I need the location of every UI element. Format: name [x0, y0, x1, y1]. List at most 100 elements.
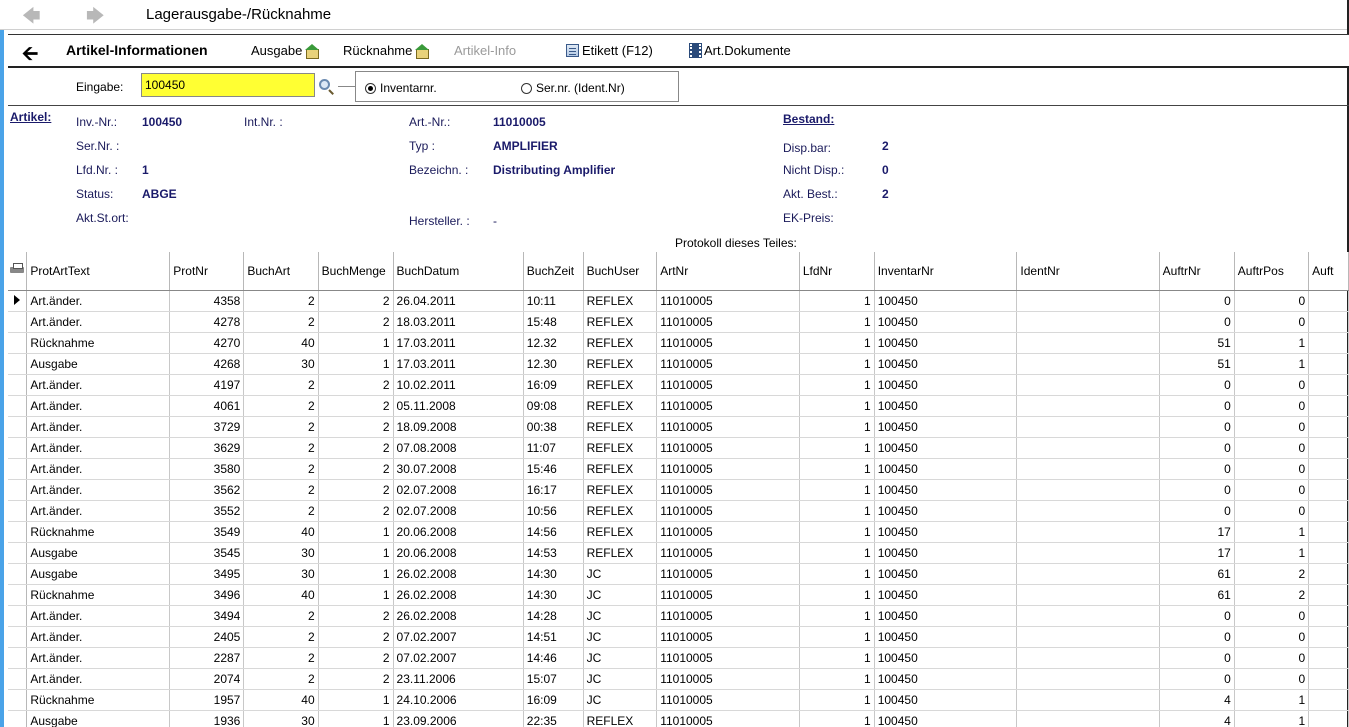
table-cell: 2 — [243, 416, 319, 438]
row-selector[interactable] — [8, 416, 28, 438]
table-cell — [1016, 374, 1160, 396]
table-cell: 23.11.2006 — [393, 668, 524, 690]
table-cell: 2 — [243, 374, 319, 396]
table-row[interactable]: Art.änder. 3629 2 2 07.08.2008 11:07 REFLEX 110… — [8, 437, 1349, 459]
table-cell: REFLEX — [583, 395, 658, 417]
col-header[interactable]: BuchDatum — [393, 252, 524, 291]
artikel-info-button[interactable]: Artikel-Info — [454, 43, 516, 58]
table-cell: 51 — [1159, 332, 1235, 354]
table-cell-overflow — [1308, 311, 1349, 333]
row-selector[interactable] — [8, 353, 28, 375]
table-row[interactable]: Art.änder. 3580 2 2 30.07.2008 15:46 REFLEX 110… — [8, 458, 1349, 480]
table-row[interactable]: Art.änder. 2074 2 2 23.11.2006 15:07 JC 1101000… — [8, 668, 1349, 690]
row-selector[interactable] — [8, 479, 28, 501]
table-cell: 0 — [1234, 479, 1310, 501]
protokoll-grid[interactable]: ProtArtText ProtNr BuchArt BuchMenge Buc… — [8, 252, 1349, 727]
nav-forward-icon[interactable]: 🡆 — [86, 4, 105, 34]
col-header[interactable]: BuchArt — [243, 252, 319, 291]
bestand-section-label: Bestand: — [783, 112, 835, 126]
table-cell: REFLEX — [583, 353, 658, 375]
row-selector[interactable] — [8, 290, 28, 312]
table-row[interactable]: Art.änder. 4197 2 2 10.02.2011 16:09 REFLEX 110… — [8, 374, 1349, 396]
table-row[interactable]: Art.änder. 4358 2 2 26.04.2011 10:11 REFLEX 110… — [8, 290, 1349, 312]
table-row[interactable]: Art.änder. 3729 2 2 18.09.2008 00:38 REFLEX 110… — [8, 416, 1349, 438]
table-cell: 23.09.2006 — [393, 710, 524, 727]
table-row[interactable]: Rücknahme 3549 40 1 20.06.2008 14:56 REFLEX 110… — [8, 521, 1349, 543]
col-header[interactable]: Auft — [1308, 252, 1349, 291]
row-selector[interactable] — [8, 605, 28, 627]
table-cell: 3495 — [169, 563, 245, 585]
table-row[interactable]: Art.änder. 2287 2 2 07.02.2007 14:46 JC 1101000… — [8, 647, 1349, 669]
col-header[interactable]: BuchUser — [583, 252, 658, 291]
table-row[interactable]: Ausgabe 3545 30 1 20.06.2008 14:53 REFLEX 11010… — [8, 542, 1349, 564]
window-titlebar: 🡄 🡆 Lagerausgabe-/Rücknahme — [0, 0, 1349, 727]
table-cell: 11010005 — [656, 395, 800, 417]
col-header[interactable]: AuftrPos — [1234, 252, 1310, 291]
col-header[interactable]: IdentNr — [1016, 252, 1160, 291]
table-cell: 2 — [1234, 563, 1310, 585]
row-selector[interactable] — [8, 332, 28, 354]
table-row[interactable]: Art.änder. 4061 2 2 05.11.2008 09:08 REFLEX 110… — [8, 395, 1349, 417]
row-selector[interactable] — [8, 584, 28, 606]
row-selector[interactable] — [8, 647, 28, 669]
table-cell — [1016, 521, 1160, 543]
row-selector[interactable] — [8, 668, 28, 690]
table-cell: 1 — [1234, 521, 1310, 543]
col-header[interactable]: ProtArtText — [26, 252, 171, 291]
table-row[interactable]: Rücknahme 3496 40 1 26.02.2008 14:30 JC 1101000… — [8, 584, 1349, 606]
table-row[interactable]: Art.änder. 4278 2 2 18.03.2011 15:48 REFLEX 110… — [8, 311, 1349, 333]
ruecknahme-button[interactable]: Rücknahme — [343, 43, 430, 59]
col-header[interactable]: BuchMenge — [318, 252, 394, 291]
col-header[interactable]: InventarNr — [874, 252, 1018, 291]
table-cell: 0 — [1234, 437, 1310, 459]
table-row[interactable]: Art.änder. 3552 2 2 02.07.2008 10:56 REFLEX 110… — [8, 500, 1349, 522]
col-header[interactable]: ArtNr — [656, 252, 800, 291]
table-cell: 1 — [799, 689, 875, 711]
table-cell: 1 — [1234, 332, 1310, 354]
row-selector[interactable] — [8, 458, 28, 480]
print-grid-button[interactable] — [8, 252, 28, 291]
row-selector[interactable] — [8, 521, 28, 543]
col-header[interactable]: AuftrNr — [1159, 252, 1235, 291]
table-cell: Ausgabe — [26, 710, 171, 727]
table-cell: 20.06.2008 — [393, 521, 524, 543]
col-header[interactable]: ProtNr — [169, 252, 245, 291]
row-selector[interactable] — [8, 395, 28, 417]
row-selector[interactable] — [8, 437, 28, 459]
radio-sernr[interactable]: Ser.nr. (Ident.Nr) — [521, 81, 625, 95]
radio-inventarnr[interactable]: Inventarnr. — [365, 81, 437, 95]
table-cell — [1016, 332, 1160, 354]
table-row[interactable]: Art.änder. 3562 2 2 02.07.2008 16:17 REFLEX 110… — [8, 479, 1349, 501]
row-selector[interactable] — [8, 374, 28, 396]
row-selector[interactable] — [8, 500, 28, 522]
etikett-label: Etikett (F12) — [582, 43, 653, 58]
table-row[interactable]: Rücknahme 1957 40 1 24.10.2006 16:09 JC 1101000… — [8, 689, 1349, 711]
search-icon[interactable] — [318, 78, 336, 96]
table-cell: 3552 — [169, 500, 245, 522]
table-cell: 100450 — [874, 710, 1018, 727]
table-row[interactable]: Ausgabe 1936 30 1 23.09.2006 22:35 REFLEX 11010… — [8, 710, 1349, 727]
table-row[interactable]: Ausgabe 4268 30 1 17.03.2011 12.30 REFLEX 11010… — [8, 353, 1349, 375]
table-cell — [1016, 290, 1160, 312]
row-selector[interactable] — [8, 689, 28, 711]
row-selector[interactable] — [8, 710, 28, 727]
table-row[interactable]: Art.änder. 3494 2 2 26.02.2008 14:28 JC 1101000… — [8, 605, 1349, 627]
dokumente-button[interactable]: Art.Dokumente — [689, 43, 791, 58]
row-selector[interactable] — [8, 311, 28, 333]
table-cell: 100450 — [874, 668, 1018, 690]
row-selector[interactable] — [8, 542, 28, 564]
table-cell-overflow — [1308, 332, 1349, 354]
col-header[interactable]: LfdNr — [799, 252, 875, 291]
table-row[interactable]: Ausgabe 3495 30 1 26.02.2008 14:30 JC 11010005 1… — [8, 563, 1349, 585]
row-selector[interactable] — [8, 563, 28, 585]
etikett-button[interactable]: Etikett (F12) — [566, 43, 653, 58]
eingabe-input[interactable] — [141, 73, 315, 97]
table-row[interactable]: Art.änder. 2405 2 2 07.02.2007 14:51 JC 1101000… — [8, 626, 1349, 648]
table-cell: 1 — [318, 689, 394, 711]
nav-back-icon[interactable]: 🡄 — [22, 4, 41, 34]
table-cell-overflow — [1308, 605, 1349, 627]
table-row[interactable]: Rücknahme 4270 40 1 17.03.2011 12.32 REFLEX 110… — [8, 332, 1349, 354]
ausgabe-button[interactable]: Ausgabe — [251, 43, 320, 59]
row-selector[interactable] — [8, 626, 28, 648]
col-header[interactable]: BuchZeit — [523, 252, 584, 291]
